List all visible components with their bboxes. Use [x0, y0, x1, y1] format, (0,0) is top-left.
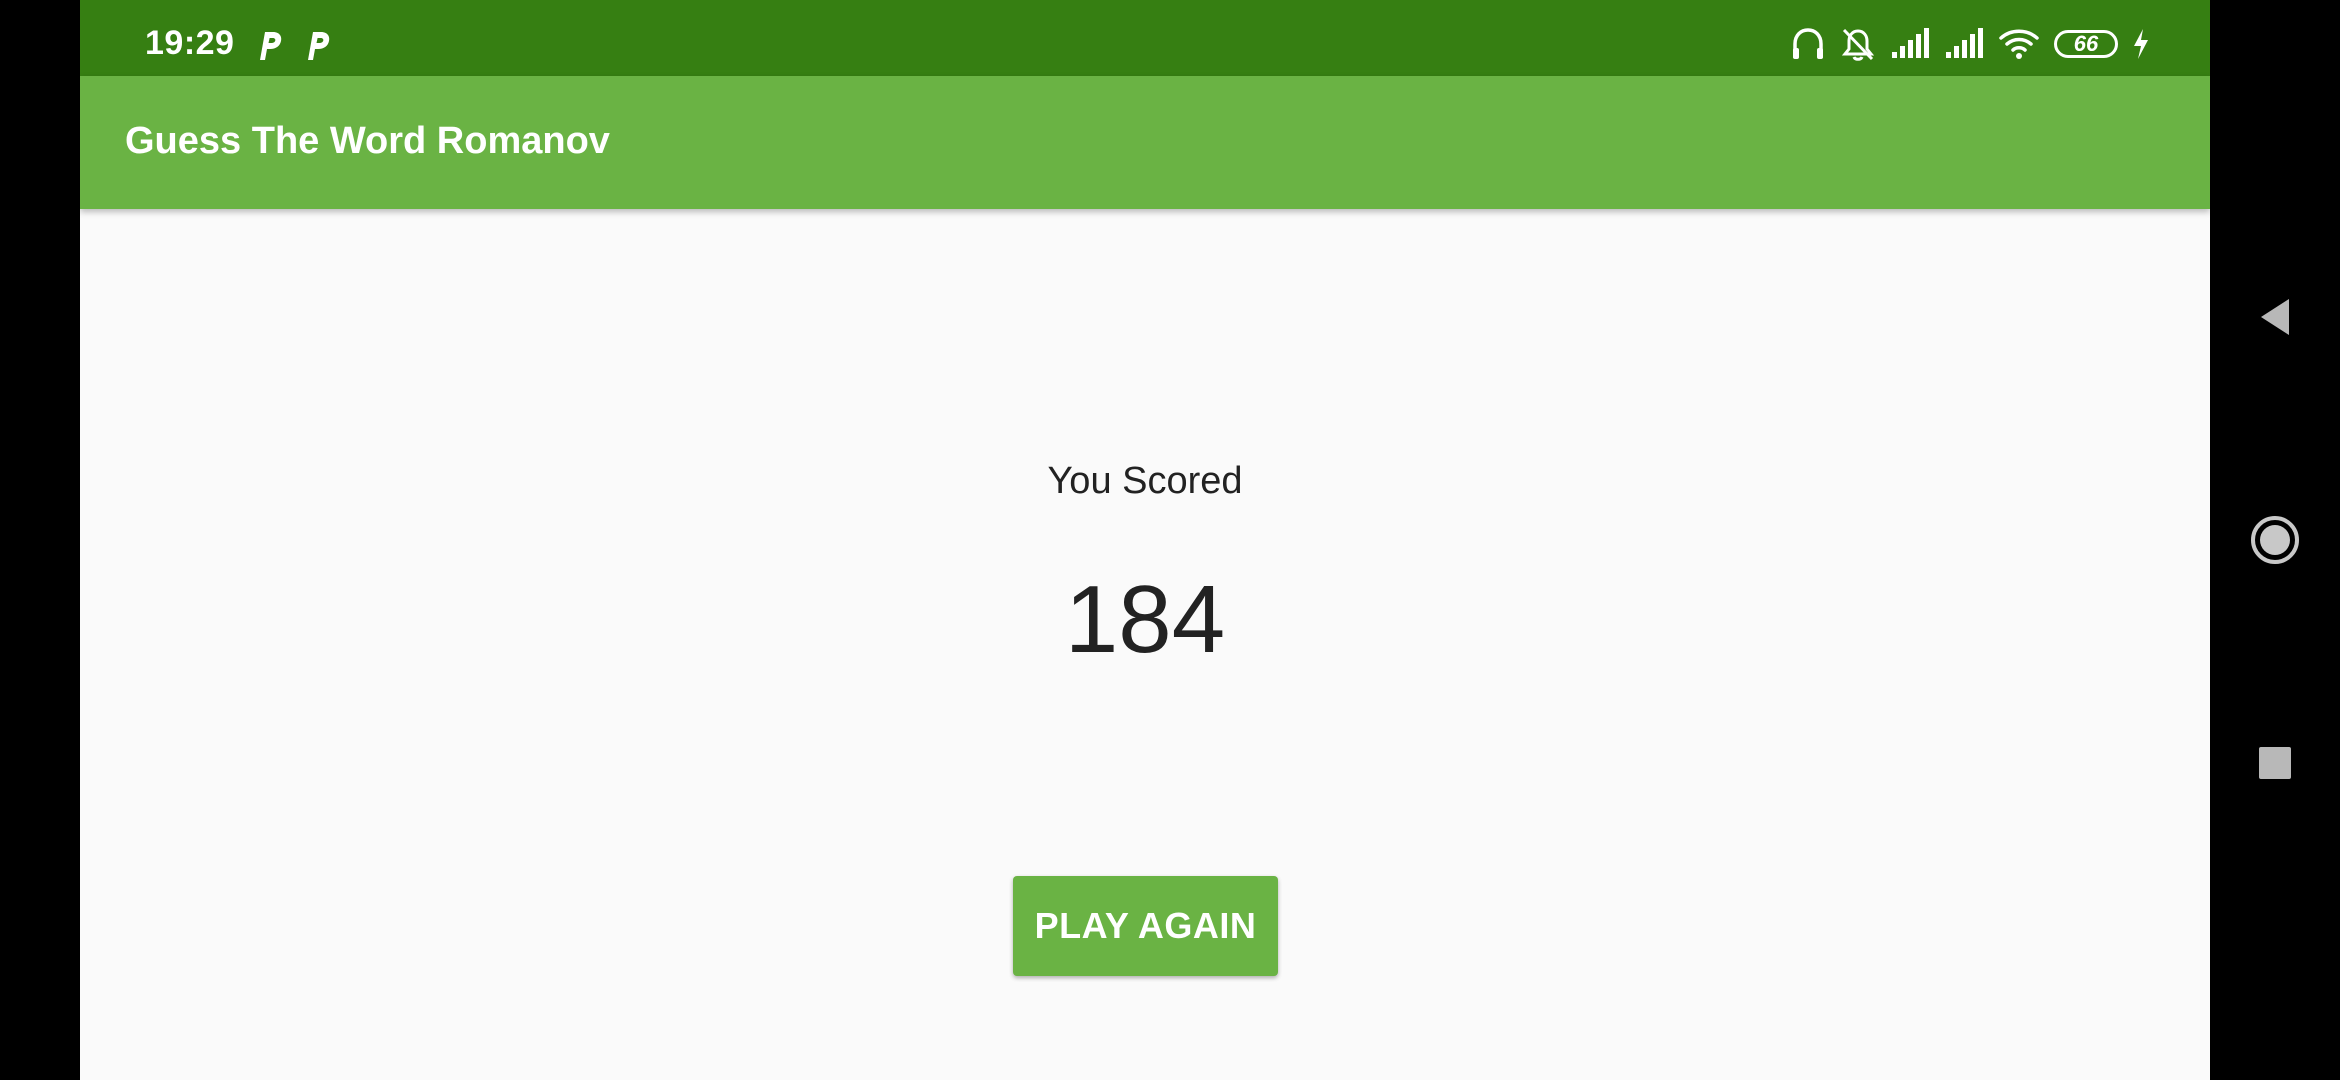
- recents-button[interactable]: [2210, 733, 2340, 793]
- battery-icon: 66: [2054, 30, 2118, 58]
- app-window: 19:29 66 Guess The Word Romanov You Scor…: [80, 0, 2210, 1080]
- headphones-icon: [1793, 28, 1823, 59]
- status-time: 19:29: [145, 24, 235, 62]
- recents-icon: [2259, 747, 2291, 779]
- play-again-button[interactable]: PLAY AGAIN: [1013, 876, 1278, 976]
- bell-muted-icon: [1841, 28, 1875, 61]
- signal-icon: [1946, 28, 1983, 58]
- signal-icon: [1892, 28, 1929, 58]
- score-label: You Scored: [1047, 460, 1243, 502]
- home-icon: [2251, 516, 2299, 564]
- charging-bolt-icon: [2134, 29, 2148, 59]
- app-title: Guess The Word Romanov: [125, 120, 610, 162]
- parking-p-icon: [308, 32, 330, 60]
- home-button[interactable]: [2210, 510, 2340, 570]
- score-value: 184: [1064, 566, 1226, 673]
- wifi-icon: [1999, 29, 2039, 59]
- navigation-bar: [2210, 0, 2340, 1080]
- status-icons: 66: [1790, 24, 2150, 64]
- parking-p-icon: [260, 32, 282, 60]
- app-toolbar: Guess The Word Romanov: [80, 76, 2210, 209]
- back-icon: [2261, 299, 2289, 335]
- left-screen-edge: [0, 0, 80, 1080]
- battery-level: 66: [2073, 31, 2099, 56]
- back-button[interactable]: [2210, 287, 2340, 347]
- status-bar: 19:29 66: [80, 0, 2210, 76]
